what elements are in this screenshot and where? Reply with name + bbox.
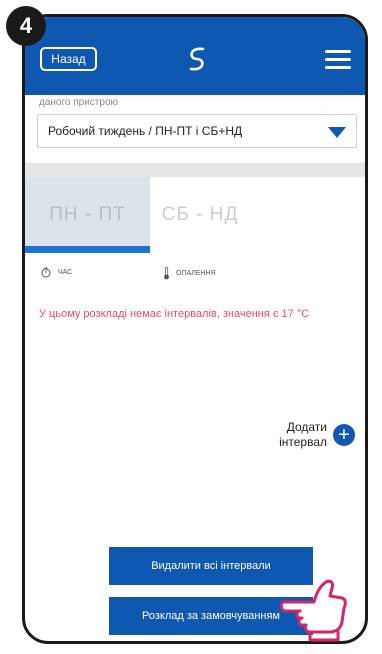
legend-time: ЧАС bbox=[41, 267, 72, 278]
schedule-type-select[interactable]: Робочий тиждень / ПН-ПТ і СБ+НД bbox=[37, 114, 357, 148]
pointing-hand-icon bbox=[280, 579, 347, 642]
legend-heating: ОПАЛЕННЯ bbox=[163, 267, 216, 280]
legend-heating-label: ОПАЛЕННЯ bbox=[176, 270, 216, 277]
back-button[interactable]: Назад bbox=[40, 47, 97, 71]
empty-schedule-message: У цьому розкладі немає інтервалів, значе… bbox=[39, 308, 310, 320]
schedule-type-value: Робочий тиждень / ПН-ПТ і СБ+НД bbox=[48, 124, 243, 138]
brand-logo-icon bbox=[189, 47, 205, 71]
app-header: Назад bbox=[25, 17, 365, 95]
tab-weekdays[interactable]: ПН - ПТ bbox=[25, 177, 150, 253]
dropdown-triangle-icon bbox=[328, 127, 346, 138]
thermometer-icon bbox=[164, 267, 169, 280]
tab-weekend[interactable]: СБ - НД bbox=[150, 177, 250, 253]
step-number-badge: 4 bbox=[6, 6, 46, 46]
legend-time-label: ЧАС bbox=[58, 269, 73, 276]
hamburger-menu-icon[interactable] bbox=[325, 50, 351, 70]
add-interval-button[interactable]: Додати інтервал + bbox=[279, 420, 355, 450]
day-tabs: ПН - ПТ СБ - НД bbox=[25, 177, 365, 253]
phone-frame: Назад даного пристрою Робочий тиждень / … bbox=[22, 14, 368, 644]
device-subtitle: даного пристрою bbox=[39, 97, 119, 108]
plus-icon[interactable]: + bbox=[333, 424, 355, 446]
section-divider bbox=[25, 163, 365, 177]
add-interval-label: Додати інтервал bbox=[279, 420, 327, 449]
clock-icon bbox=[41, 267, 51, 278]
